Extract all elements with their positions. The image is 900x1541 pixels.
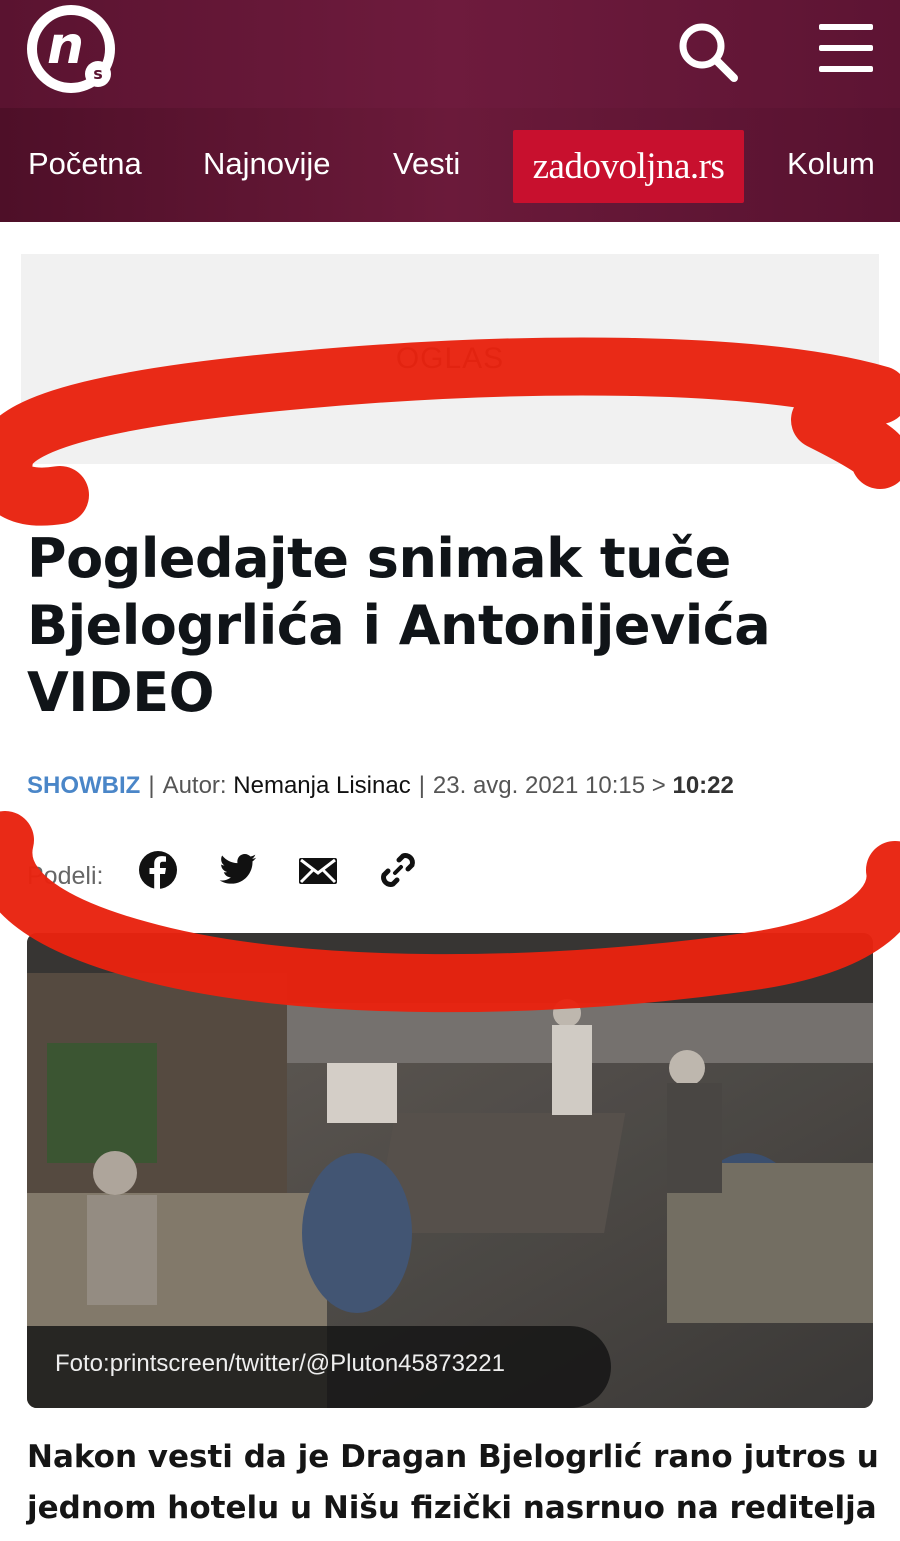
ad-label: OGLAS [395, 342, 505, 375]
share-label: Podeli: [27, 862, 104, 890]
article-headline: Pogledajte snimak tuče Bjelogrlića i Ant… [27, 527, 771, 724]
author-name[interactable]: Nemanja Lisinac [233, 772, 410, 799]
author-label: Autor: [162, 772, 227, 799]
photo-caption-text: Foto:printscreen/twitter/@Pluton45873221 [55, 1350, 505, 1377]
search-icon[interactable] [672, 18, 744, 84]
link-icon[interactable] [378, 850, 418, 890]
nav-item-najnovije[interactable]: Najnovije [203, 146, 331, 182]
ad-placeholder: OGLAS [21, 254, 879, 464]
partner-label: zadovoljna.rs [532, 146, 725, 187]
nav-item-kolumne[interactable]: Kolum [787, 146, 875, 182]
logo-sub: s [85, 61, 111, 87]
twitter-icon[interactable] [218, 850, 258, 890]
nav-item-vesti[interactable]: Vesti [393, 146, 460, 182]
article-lead: Nakon vesti da je Dragan Bjelogrlić rano… [27, 1439, 879, 1526]
category-link[interactable]: SHOWBIZ [27, 772, 140, 799]
photo-caption: Foto:printscreen/twitter/@Pluton45873221 [27, 1326, 611, 1408]
logo-letter: n [47, 16, 85, 76]
published-time: 23. avg. 2021 10:15 [432, 772, 646, 799]
site-logo[interactable]: n s [27, 5, 115, 93]
facebook-icon[interactable] [138, 850, 178, 890]
updated-time: 10:22 [672, 772, 734, 799]
nav-item-pocetna[interactable]: Početna [28, 146, 142, 182]
mail-icon[interactable] [298, 850, 338, 890]
nav-item-zadovoljna[interactable]: zadovoljna.rs [513, 130, 744, 203]
updated-arrow: > [651, 772, 666, 799]
menu-icon[interactable] [815, 20, 877, 76]
article-meta: SHOWBIZ | Autor: Nemanja Lisinac | 23. avg. … [27, 772, 734, 799]
